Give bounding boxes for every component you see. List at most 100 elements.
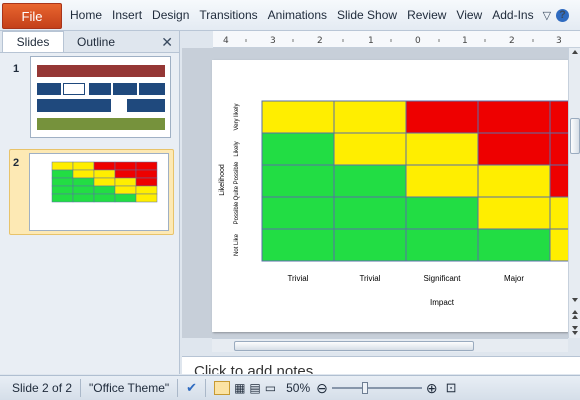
slide-canvas[interactable]: Very likely Likely Quite Possible Possible N… <box>212 60 568 332</box>
normal-view-icon[interactable] <box>214 381 231 395</box>
thumb-header-block <box>37 65 165 77</box>
minimize-ribbon-icon[interactable]: ▽ <box>543 9 551 22</box>
thumb-risk-cell <box>135 177 158 187</box>
file-tab[interactable]: File <box>2 3 62 29</box>
thumb-risk-cell <box>51 193 74 203</box>
risk-cell <box>261 196 335 230</box>
thumb-risk-cell <box>114 177 137 187</box>
zoom-out-icon[interactable]: ⊖ <box>316 380 328 397</box>
risk-cell <box>549 196 568 230</box>
risk-cell <box>405 196 479 230</box>
horizontal-scroll-thumb[interactable] <box>234 341 474 351</box>
tab-home[interactable]: Home <box>62 8 107 22</box>
thumb-block <box>37 99 111 112</box>
thumb-block <box>113 83 137 95</box>
thumb-risk-cell <box>93 177 116 187</box>
thumb-risk-cell <box>51 169 74 179</box>
slide-thumbnail-1[interactable] <box>30 56 171 138</box>
zoom-level[interactable]: 50% <box>286 381 310 395</box>
risk-cell <box>261 100 335 134</box>
close-pane-icon[interactable]: ✕ <box>161 34 173 51</box>
thumb-risk-cell <box>135 161 158 171</box>
thumb-footer-block <box>37 118 165 130</box>
thumbnail-risk-matrix <box>51 161 158 203</box>
pane-tabs: Slides Outline ✕ <box>0 31 179 53</box>
svg-text:4: 4 <box>223 36 229 46</box>
notes-pane[interactable]: Click to add notes <box>182 356 580 374</box>
risk-cell <box>405 228 479 262</box>
thumb-block <box>63 83 85 95</box>
slide-number: 2 <box>13 157 20 169</box>
x-tick-label: Trivial <box>287 274 308 283</box>
risk-cell <box>549 228 568 262</box>
horizontal-scrollbar[interactable] <box>212 338 568 352</box>
x-tick-label: Major <box>504 274 524 283</box>
thumb-risk-cell <box>114 185 137 195</box>
tab-outline[interactable]: Outline <box>64 31 128 52</box>
zoom-in-icon[interactable]: ⊕ <box>426 380 438 397</box>
reading-view-icon[interactable]: ▤ <box>249 381 260 395</box>
y-tick-label: Very likely <box>234 103 240 130</box>
tab-animations[interactable]: Animations <box>263 8 332 22</box>
risk-cell <box>477 164 551 198</box>
thumb-risk-cell <box>135 169 158 179</box>
risk-cell <box>549 100 568 134</box>
risk-cell <box>405 132 479 166</box>
svg-text:3: 3 <box>270 36 276 46</box>
risk-cell <box>405 164 479 198</box>
thumb-block <box>139 83 165 95</box>
tab-slides[interactable]: Slides <box>2 31 64 52</box>
risk-cell <box>261 132 335 166</box>
tab-design[interactable]: Design <box>147 8 194 22</box>
slide-thumbnail-2[interactable] <box>29 153 169 231</box>
notes-placeholder[interactable]: Click to add notes <box>194 363 313 374</box>
thumb-risk-cell <box>51 177 74 187</box>
zoom-slider-thumb[interactable] <box>361 382 368 394</box>
thumb-risk-cell <box>93 161 116 171</box>
risk-cell <box>477 196 551 230</box>
slide-show-view-icon[interactable]: ▭ <box>265 381 276 395</box>
risk-cell <box>477 228 551 262</box>
risk-cell <box>477 132 551 166</box>
thumb-risk-cell <box>72 193 95 203</box>
slide-count-status: Slide 2 of 2 <box>12 381 73 395</box>
tab-add-ins[interactable]: Add-Ins <box>487 8 538 22</box>
svg-text:1: 1 <box>462 36 468 46</box>
risk-cell <box>333 196 407 230</box>
tab-insert[interactable]: Insert <box>107 8 147 22</box>
thumb-block <box>127 99 165 112</box>
tab-transitions[interactable]: Transitions <box>194 8 262 22</box>
risk-cell <box>549 164 568 198</box>
tab-view[interactable]: View <box>451 8 487 22</box>
y-tick-label: Likely <box>234 141 240 156</box>
thumb-risk-cell <box>51 161 74 171</box>
slide-number: 1 <box>13 63 20 75</box>
thumb-risk-cell <box>93 185 116 195</box>
vertical-scrollbar[interactable] <box>568 48 580 338</box>
fit-to-window-icon[interactable]: ⊡ <box>446 380 457 396</box>
thumb-risk-cell <box>72 177 95 187</box>
horizontal-ruler: 4 3 2 1 0 1 2 3 <box>213 31 580 48</box>
spell-check-icon[interactable]: ✔ <box>186 380 197 396</box>
svg-text:3: 3 <box>556 36 562 46</box>
help-icon[interactable]: ? <box>556 8 570 22</box>
thumb-risk-cell <box>93 193 116 203</box>
svg-text:2: 2 <box>317 36 323 46</box>
tab-review[interactable]: Review <box>402 8 451 22</box>
thumb-block <box>37 83 61 95</box>
vertical-scroll-thumb[interactable] <box>570 118 580 154</box>
risk-cell <box>333 228 407 262</box>
slide-sorter-view-icon[interactable]: ▦ <box>234 381 245 395</box>
thumb-risk-cell <box>72 161 95 171</box>
thumb-risk-cell <box>114 161 137 171</box>
thumb-block <box>89 83 111 95</box>
risk-cell <box>549 132 568 166</box>
thumb-risk-cell <box>72 169 95 179</box>
tab-slide-show[interactable]: Slide Show <box>332 8 402 22</box>
svg-text:0: 0 <box>415 36 421 46</box>
thumb-risk-cell <box>72 185 95 195</box>
zoom-slider[interactable] <box>331 382 422 394</box>
x-axis-label: Impact <box>430 298 455 307</box>
theme-name-status[interactable]: "Office Theme" <box>89 381 169 395</box>
thumb-risk-cell <box>51 185 74 195</box>
